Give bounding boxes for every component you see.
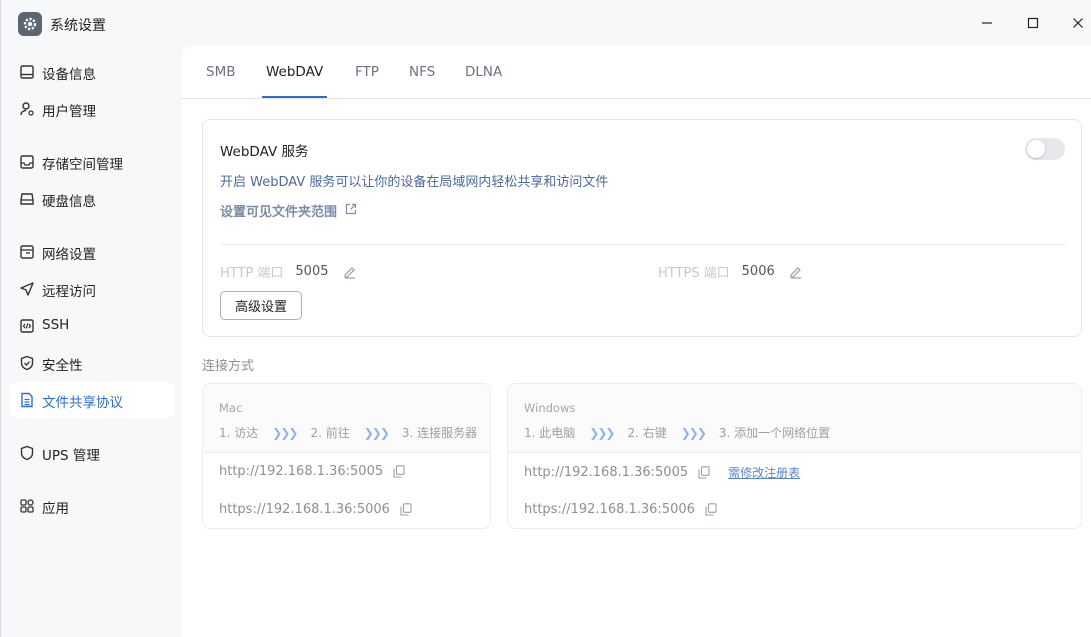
- edit-icon[interactable]: [343, 265, 357, 279]
- visible-folders-link-label: 设置可见文件夹范围: [220, 205, 338, 220]
- windows-https-url: https://192.168.1.36:5006: [524, 502, 695, 517]
- sidebar-item-label: 设备信息: [42, 67, 96, 83]
- sidebar-item-network[interactable]: 网络设置: [10, 234, 174, 270]
- windows-panel-header: Windows 1. 此电脑 ❯❯❯ 2. 右键 ❯❯❯ 3. 添加一个网络位置: [508, 384, 1081, 453]
- https-port-field: HTTPS 端口 5006: [658, 262, 803, 281]
- sidebar-item-user-management[interactable]: 用户管理: [10, 91, 174, 127]
- gear-icon: [18, 12, 42, 36]
- toggle-knob: [1027, 140, 1045, 158]
- windows-label: Windows: [524, 401, 576, 415]
- sidebar-item-disk-info[interactable]: 硬盘信息: [10, 181, 174, 217]
- windows-step: 2. 右键: [627, 426, 667, 440]
- active-tab-indicator: [262, 96, 327, 98]
- sidebar-item-storage[interactable]: 存储空间管理: [10, 144, 174, 180]
- disk-icon: [19, 191, 35, 207]
- edit-icon[interactable]: [789, 265, 803, 279]
- sidebar-item-label: 网络设置: [42, 247, 96, 263]
- service-description: 开启 WebDAV 服务可以让你的设备在局域网内轻松共享和访问文件: [220, 175, 609, 190]
- sidebar-item-ups[interactable]: UPS 管理: [10, 435, 174, 471]
- sidebar-item-label: 安全性: [42, 358, 83, 374]
- mac-https-url-row: https://192.168.1.36:5006: [219, 502, 412, 517]
- send-icon: [19, 281, 35, 297]
- minimize-button[interactable]: [977, 13, 997, 33]
- window-title: 系统设置: [50, 18, 106, 34]
- webdav-toggle[interactable]: [1025, 138, 1065, 160]
- sidebar-item-apps[interactable]: 应用: [10, 488, 174, 524]
- mac-http-url: http://192.168.1.36:5005: [219, 464, 384, 479]
- https-port-value: 5006: [741, 264, 775, 279]
- http-port-label: HTTP 端口: [220, 266, 284, 281]
- copy-icon[interactable]: [400, 503, 412, 516]
- tab-nfs[interactable]: NFS: [409, 64, 435, 80]
- sidebar-item-security[interactable]: 安全性: [10, 345, 174, 381]
- sidebar-item-label: 存储空间管理: [42, 157, 123, 173]
- windows-step: 1. 此电脑: [524, 426, 576, 440]
- title-bar: 系统设置: [1, 0, 1091, 46]
- card-divider: [220, 244, 1066, 245]
- main-content: SMB WebDAV FTP NFS DLNA WebDAV 服务 开启 Web…: [182, 46, 1091, 637]
- monitor-icon: [19, 64, 35, 80]
- copy-icon[interactable]: [393, 465, 405, 478]
- mac-connection-panel: Mac 1. 访达 ❯❯❯ 2. 前往 ❯❯❯ 3. 连接服务器 http://…: [202, 383, 491, 529]
- tab-ftp[interactable]: FTP: [355, 64, 379, 80]
- copy-icon[interactable]: [705, 503, 717, 516]
- network-icon: [19, 244, 35, 260]
- maximize-button[interactable]: [1023, 13, 1043, 33]
- tab-smb[interactable]: SMB: [206, 64, 235, 80]
- document-icon: [19, 392, 35, 408]
- mac-step: 3. 连接服务器: [401, 426, 478, 440]
- close-button[interactable]: [1068, 13, 1088, 33]
- service-title: WebDAV 服务: [220, 144, 309, 160]
- mac-http-url-row: http://192.168.1.36:5005: [219, 464, 405, 479]
- sidebar-item-label: SSH: [42, 317, 70, 333]
- user-icon: [19, 101, 35, 117]
- windows-https-url-row: https://192.168.1.36:5006: [524, 502, 717, 517]
- apps-icon: [19, 498, 35, 514]
- windows-steps: 1. 此电脑 ❯❯❯ 2. 右键 ❯❯❯ 3. 添加一个网络位置: [524, 424, 830, 441]
- sidebar-item-label: UPS 管理: [42, 448, 100, 464]
- tab-dlna[interactable]: DLNA: [465, 64, 502, 80]
- tab-webdav[interactable]: WebDAV: [266, 64, 323, 80]
- sidebar: 设备信息 用户管理 存储空间管理 硬盘信息 网络设置 远程访问 SSH 安全性: [1, 46, 182, 637]
- shield-icon: [19, 355, 35, 371]
- mac-step: 1. 访达: [219, 426, 259, 440]
- windows-step: 3. 添加一个网络位置: [718, 426, 831, 440]
- ups-shield-icon: [19, 445, 35, 461]
- http-port-field: HTTP 端口 5005: [220, 262, 357, 281]
- sidebar-item-label: 应用: [42, 501, 69, 517]
- visible-folders-link[interactable]: 设置可见文件夹范围: [220, 201, 357, 220]
- windows-http-url: http://192.168.1.36:5005: [524, 465, 689, 480]
- chevron-right-icon: ❯❯❯: [272, 425, 298, 440]
- webdav-service-card: WebDAV 服务 开启 WebDAV 服务可以让你的设备在局域网内轻松共享和访…: [202, 119, 1082, 337]
- sidebar-item-label: 远程访问: [42, 284, 96, 300]
- mac-step: 2. 前往: [310, 426, 350, 440]
- connection-section-title: 连接方式: [202, 359, 255, 374]
- sidebar-item-label: 用户管理: [42, 104, 96, 120]
- chevron-right-icon: ❯❯❯: [363, 425, 390, 440]
- chevron-right-icon: ❯❯❯: [680, 425, 707, 440]
- external-link-icon: [345, 203, 357, 219]
- sidebar-item-device-info[interactable]: 设备信息: [10, 54, 174, 90]
- mac-steps: 1. 访达 ❯❯❯ 2. 前往 ❯❯❯ 3. 连接服务器: [219, 424, 477, 441]
- sidebar-item-file-sharing[interactable]: 文件共享协议: [10, 382, 174, 418]
- modify-registry-link[interactable]: 需修改注册表: [728, 464, 800, 481]
- settings-window: 系统设置 设备信息 用户管理 存储空间管理 硬盘信息 网络设置 远程访问 SSH…: [0, 0, 1091, 637]
- sidebar-item-label: 文件共享协议: [42, 395, 123, 411]
- windows-http-url-row: http://192.168.1.36:5005 需修改注册表: [524, 464, 800, 481]
- https-port-label: HTTPS 端口: [658, 266, 730, 281]
- storage-icon: [19, 154, 35, 170]
- mac-https-url: https://192.168.1.36:5006: [219, 502, 390, 517]
- mac-panel-header: Mac 1. 访达 ❯❯❯ 2. 前往 ❯❯❯ 3. 连接服务器: [203, 384, 490, 453]
- http-port-value: 5005: [295, 264, 329, 279]
- code-icon: [19, 318, 35, 334]
- protocol-tabs: SMB WebDAV FTP NFS DLNA: [182, 46, 1091, 99]
- mac-label: Mac: [219, 401, 243, 415]
- chevron-right-icon: ❯❯❯: [589, 425, 615, 440]
- advanced-settings-button[interactable]: 高级设置: [220, 291, 302, 320]
- sidebar-item-ssh[interactable]: SSH: [10, 308, 174, 344]
- copy-icon[interactable]: [698, 466, 710, 479]
- windows-connection-panel: Windows 1. 此电脑 ❯❯❯ 2. 右键 ❯❯❯ 3. 添加一个网络位置…: [507, 383, 1082, 529]
- sidebar-item-remote-access[interactable]: 远程访问: [10, 271, 174, 307]
- sidebar-item-label: 硬盘信息: [42, 194, 96, 210]
